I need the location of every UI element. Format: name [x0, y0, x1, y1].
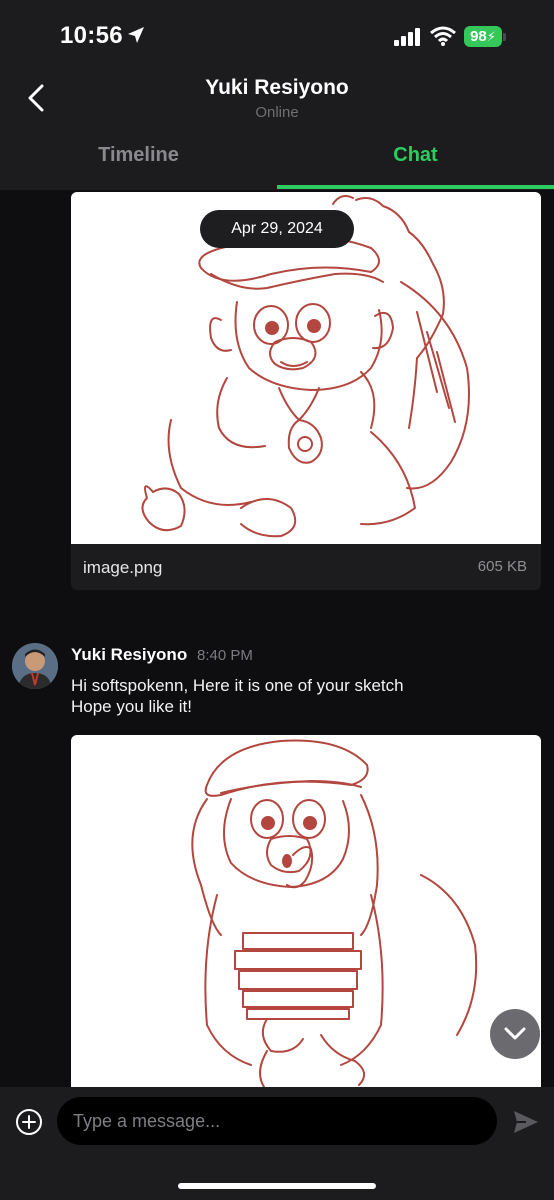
active-tab-indicator — [277, 185, 554, 189]
chat-thread[interactable]: image.png 605 KB Apr 29, 2024 Yuki Resiy… — [0, 190, 554, 1087]
message-composer — [0, 1087, 554, 1200]
send-button[interactable] — [512, 1108, 540, 1136]
home-indicator — [178, 1183, 376, 1189]
attachment-file-name: image.png — [83, 558, 163, 577]
avatar[interactable] — [12, 643, 58, 689]
message-text-line: Hi softspokenn, Here it is one of your s… — [71, 676, 404, 695]
plus-circle-icon — [16, 1109, 42, 1135]
send-icon — [514, 1111, 538, 1133]
tab-chat[interactable]: Chat — [277, 144, 554, 188]
location-arrow-icon — [128, 27, 144, 43]
scroll-to-bottom-button[interactable] — [490, 1009, 540, 1059]
wifi-icon — [430, 26, 456, 46]
signal-icon — [394, 28, 420, 46]
image-attachment[interactable]: image.png 605 KB — [71, 192, 541, 590]
message-sender[interactable]: Yuki Resiyono — [71, 645, 187, 665]
battery-indicator: 98 ⚡ — [464, 26, 502, 47]
monkey-sketch-image — [191, 739, 478, 1087]
image-attachment[interactable] — [71, 735, 541, 1087]
contact-name: Yuki Resiyono — [205, 76, 349, 99]
avatar-photo — [12, 643, 58, 689]
battery-level: 98 — [470, 28, 487, 45]
status-time: 10:56 — [60, 22, 123, 49]
tab-timeline[interactable]: Timeline — [0, 144, 277, 188]
attachment-file-size: 605 KB — [477, 558, 527, 575]
status-bar: 10:56 98 ⚡ — [0, 0, 554, 62]
message-time: 8:40 PM — [197, 647, 253, 664]
battery-nub — [503, 33, 506, 41]
chat-header: Yuki Resiyono Online Timeline Chat — [0, 62, 554, 190]
message-text-line: Hope you like it! — [71, 697, 192, 716]
date-separator: Apr 29, 2024 — [200, 210, 354, 248]
message-input[interactable] — [57, 1097, 497, 1145]
contact-status: Online — [255, 104, 299, 121]
attach-button[interactable] — [14, 1107, 44, 1137]
chevron-down-icon — [504, 1027, 526, 1040]
